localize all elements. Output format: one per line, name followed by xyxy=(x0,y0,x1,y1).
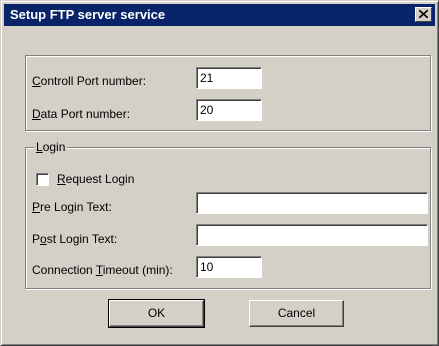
ports-group: Controll Port number: Data Port number: xyxy=(25,55,431,131)
ok-button[interactable]: OK xyxy=(108,299,205,328)
timeout-label: Connection Timeout (min): xyxy=(32,263,173,277)
data-port-label: Data Port number: xyxy=(32,107,131,121)
timeout-input[interactable] xyxy=(196,256,262,278)
control-port-input[interactable] xyxy=(196,67,262,89)
pre-login-input[interactable] xyxy=(196,192,428,214)
close-button[interactable] xyxy=(415,7,432,22)
close-icon xyxy=(419,10,428,18)
setup-ftp-dialog: Setup FTP server service Controll Port n… xyxy=(0,0,439,346)
control-port-label: Controll Port number: xyxy=(32,74,147,88)
cancel-button[interactable]: Cancel xyxy=(249,300,344,327)
login-legend: Login xyxy=(34,140,68,154)
login-group: Login Request Login Pre Login Text: Post… xyxy=(25,140,431,289)
post-login-label: Post Login Text: xyxy=(32,232,118,246)
dialog-title: Setup FTP server service xyxy=(10,7,166,22)
data-port-input[interactable] xyxy=(196,99,262,121)
request-login-checkbox[interactable] xyxy=(36,173,49,186)
post-login-input[interactable] xyxy=(196,224,428,246)
title-bar[interactable]: Setup FTP server service xyxy=(4,4,435,26)
pre-login-label: Pre Login Text: xyxy=(32,200,112,214)
request-login-label[interactable]: Request Login xyxy=(57,172,134,186)
